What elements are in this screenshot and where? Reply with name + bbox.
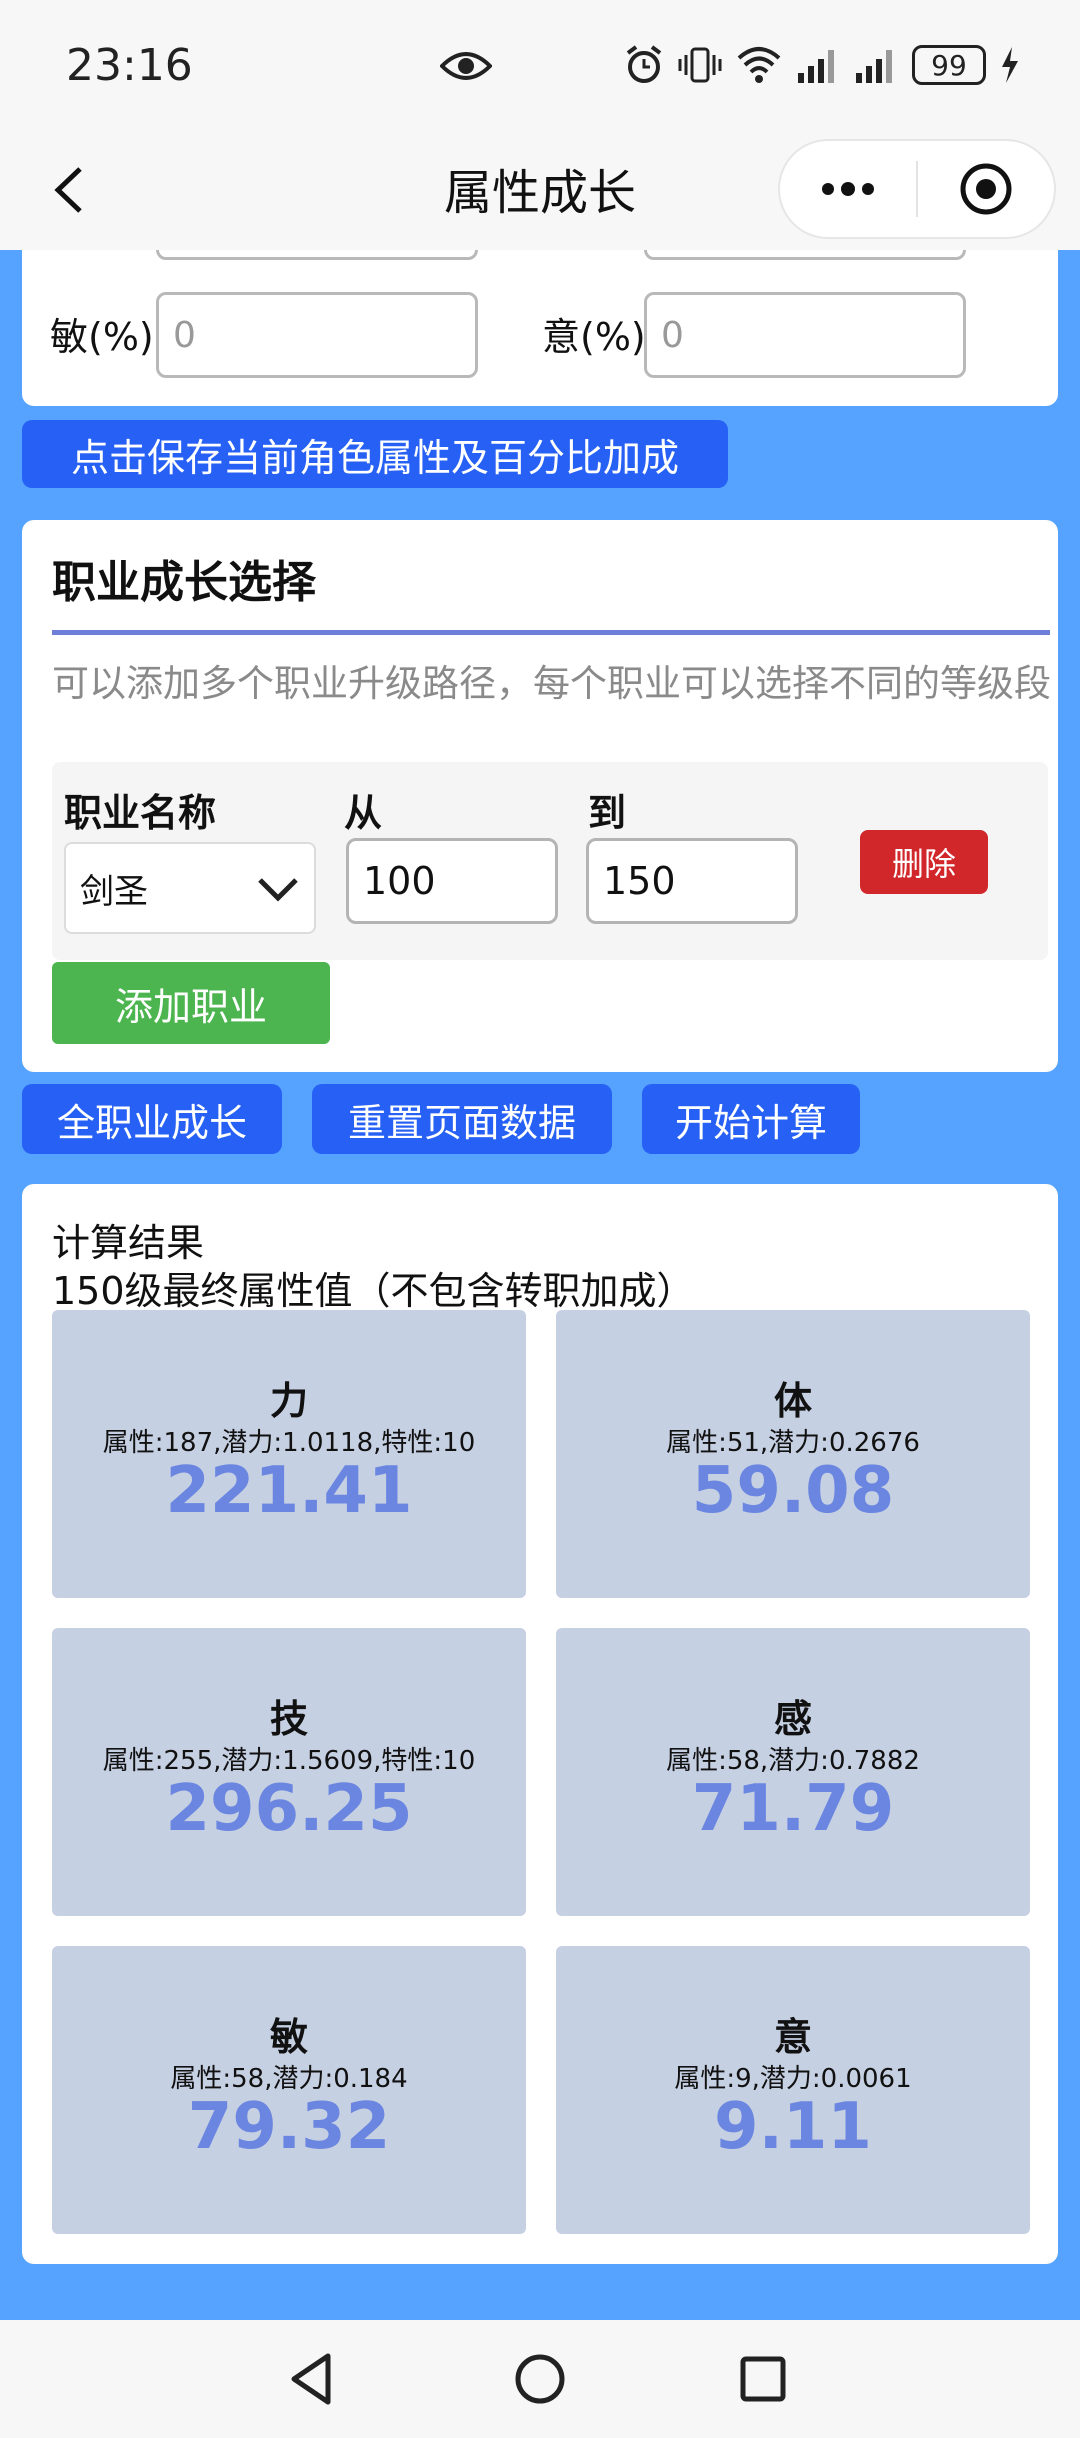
eye-icon xyxy=(440,52,492,80)
stat-card-will: 意 属性:9,潜力:0.0061 9.11 xyxy=(556,1946,1030,2234)
title-divider xyxy=(52,630,1050,635)
stat-card-dex: 技 属性:255,潜力:1.5609,特性:10 296.25 xyxy=(52,1628,526,1916)
main-content[interactable]: 敏(%) 0 意(%) 0 点击保存当前角色属性及百分比加成 职业成长选择 可以… xyxy=(0,250,1080,2320)
job-name-header: 职业名称 xyxy=(64,791,217,835)
will-percent-label: 意(%) xyxy=(542,315,646,359)
stat-value: 71.79 xyxy=(691,1772,895,1846)
more-button[interactable] xyxy=(780,141,916,237)
status-icons: 99 xyxy=(624,42,1020,88)
will-percent-input[interactable]: 0 xyxy=(644,292,966,378)
stat-value: 79.32 xyxy=(187,2090,391,2164)
home-icon[interactable] xyxy=(505,2344,575,2414)
stat-card-agi: 敏 属性:58,潜力:0.184 79.32 xyxy=(52,1946,526,2234)
charging-icon xyxy=(1002,47,1018,83)
close-mini-program-button[interactable] xyxy=(918,141,1054,237)
status-time: 23:16 xyxy=(66,40,193,91)
system-navigation-bar xyxy=(0,2320,1080,2438)
recents-icon[interactable] xyxy=(728,2344,798,2414)
stat-name: 力 xyxy=(269,1379,308,1423)
system-back-icon[interactable] xyxy=(278,2344,348,2414)
stat-value: 296.25 xyxy=(165,1772,413,1846)
section-title: 职业成长选择 xyxy=(52,557,316,608)
more-icon xyxy=(822,182,874,196)
stat-card-per: 感 属性:58,潜力:0.7882 71.79 xyxy=(556,1628,1030,1916)
stat-name: 敏 xyxy=(269,2015,308,2059)
stat-name: 技 xyxy=(269,1697,308,1741)
reset-page-button[interactable]: 重置页面数据 xyxy=(312,1084,612,1154)
stat-name: 体 xyxy=(773,1379,812,1423)
stat-value: 59.08 xyxy=(691,1454,895,1528)
job-select-value: 剑圣 xyxy=(80,871,148,912)
percent-card: 敏(%) 0 意(%) 0 xyxy=(22,250,1058,406)
from-level-input[interactable]: 100 xyxy=(346,838,558,924)
agi-percent-input[interactable]: 0 xyxy=(156,292,478,378)
result-title: 计算结果 xyxy=(52,1221,205,1265)
stat-name: 感 xyxy=(773,1697,812,1741)
start-calculation-button[interactable]: 开始计算 xyxy=(642,1084,860,1154)
chevron-down-icon xyxy=(258,878,298,902)
job-hint: 可以添加多个职业升级路径，每个职业可以选择不同的等级段 xyxy=(52,662,1051,705)
mini-program-capsule xyxy=(778,139,1056,239)
to-header: 到 xyxy=(588,791,627,835)
job-select[interactable]: 剑圣 xyxy=(64,842,316,934)
stat-card-con: 体 属性:51,潜力:0.2676 59.08 xyxy=(556,1310,1030,1598)
delete-job-button[interactable]: 删除 xyxy=(860,830,988,894)
vibrate-icon xyxy=(678,47,722,83)
stat-name: 意 xyxy=(773,2015,812,2059)
to-level-input[interactable]: 150 xyxy=(586,838,798,924)
stat-card-str: 力 属性:187,潜力:1.0118,特性:10 221.41 xyxy=(52,1310,526,1598)
all-job-growth-button[interactable]: 全职业成长 xyxy=(22,1084,282,1154)
job-growth-card: 职业成长选择 可以添加多个职业升级路径，每个职业可以选择不同的等级段 职业名称 … xyxy=(22,520,1058,1072)
signal-icon xyxy=(856,50,892,83)
from-header: 从 xyxy=(344,791,383,835)
stat-value: 221.41 xyxy=(165,1454,413,1528)
stat-value: 9.11 xyxy=(714,2090,872,2164)
nav-bar: 属性成长 xyxy=(0,135,1080,250)
result-card: 计算结果 150级最终属性值（不包含转职加成） 力 属性:187,潜力:1.01… xyxy=(22,1184,1058,2264)
upper-input-right[interactable] xyxy=(644,250,966,260)
signal-icon xyxy=(798,50,834,83)
agi-percent-label: 敏(%) xyxy=(50,315,154,359)
wifi-icon xyxy=(737,47,781,83)
upper-input-left[interactable] xyxy=(156,250,478,260)
result-subtitle: 150级最终属性值（不包含转职加成） xyxy=(52,1269,695,1313)
save-attributes-button[interactable]: 点击保存当前角色属性及百分比加成 xyxy=(22,420,728,488)
add-job-button[interactable]: 添加职业 xyxy=(52,962,330,1044)
battery-indicator: 99 xyxy=(912,45,986,85)
status-bar: 23:16 99 xyxy=(0,0,1080,135)
alarm-icon xyxy=(626,45,662,83)
back-icon[interactable] xyxy=(36,155,106,225)
target-icon xyxy=(960,163,1012,215)
